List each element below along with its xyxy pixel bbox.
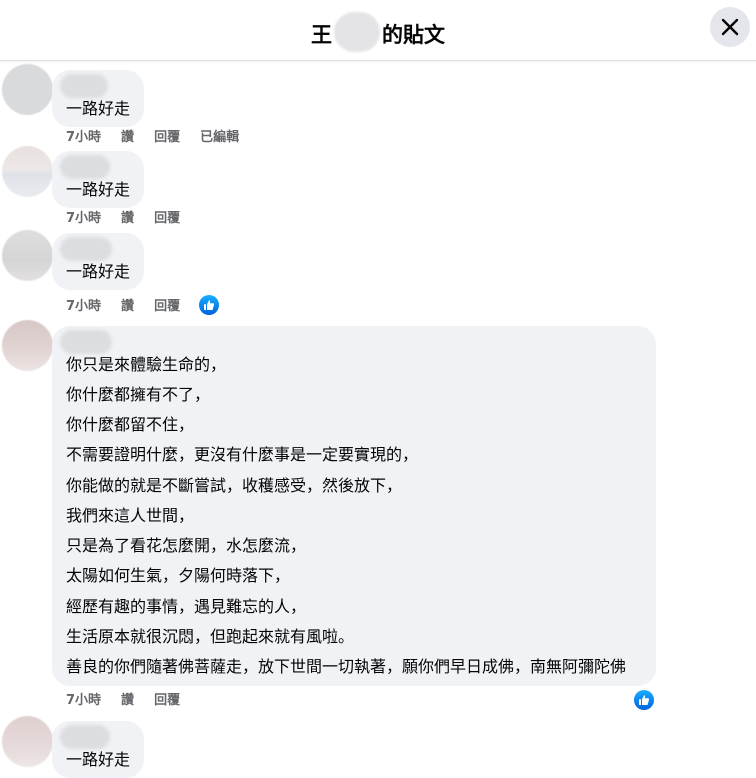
- reply-button[interactable]: 回覆: [154, 693, 180, 708]
- comment-text: 一路好走: [66, 180, 131, 199]
- comment-actions: 7小時 讚 回覆: [66, 211, 200, 227]
- blurred-name: [334, 12, 380, 52]
- comment-text: 一路好走: [66, 750, 131, 769]
- thumbs-up-icon: [204, 300, 215, 310]
- comment-bubble: 一路好走: [52, 70, 144, 127]
- comment-bubble: 一路好走: [52, 721, 144, 778]
- comment-line: 只是為了看花怎麼開，水怎麼流，: [66, 536, 307, 555]
- timestamp-link[interactable]: 7小時: [66, 299, 101, 314]
- comment-line: 你能做的就是不斷嘗試，收穫感受，然後放下，: [66, 476, 403, 495]
- timestamp-link[interactable]: 7小時: [66, 693, 101, 708]
- post-header: 王 的貼文: [0, 0, 756, 61]
- comment-line: 太陽如何生氣，夕陽何時落下，: [66, 566, 291, 585]
- comment-bubble: 你只是來體驗生命的， 你什麼都擁有不了， 你什麼都留不住， 不需要證明什麼，更沒…: [52, 326, 656, 686]
- commenter-name[interactable]: [60, 74, 108, 98]
- reply-button[interactable]: 回覆: [154, 211, 180, 226]
- close-button[interactable]: [710, 7, 750, 47]
- reply-button[interactable]: 回覆: [154, 299, 180, 314]
- commenter-name[interactable]: [60, 155, 110, 179]
- comment-line: 你只是來體驗生命的，: [66, 355, 227, 374]
- post-title: 王 的貼文: [0, 12, 756, 52]
- title-name-prefix: 王: [311, 23, 332, 47]
- comment-text: 一路好走: [66, 99, 131, 118]
- like-button[interactable]: 讚: [121, 130, 134, 145]
- comment-line: 我們來這人世間，: [66, 506, 195, 525]
- commenter-name[interactable]: [60, 237, 112, 261]
- avatar[interactable]: [2, 320, 53, 371]
- comment-actions: 7小時 讚 回覆: [66, 299, 200, 315]
- comment-line: 善良的你們隨著佛菩薩走，放下世間一切執著，願你們早日成佛，南無阿彌陀佛: [66, 657, 627, 676]
- comment-actions: 7小時 讚 回覆: [66, 693, 200, 709]
- timestamp-link[interactable]: 7小時: [66, 130, 101, 145]
- timestamp-link[interactable]: 7小時: [66, 211, 101, 226]
- comment-bubble: 一路好走: [52, 151, 144, 208]
- close-icon: [721, 18, 739, 36]
- like-button[interactable]: 讚: [121, 211, 134, 226]
- thumbs-up-icon: [639, 695, 650, 705]
- edited-label[interactable]: 已編輯: [200, 130, 239, 145]
- avatar[interactable]: [2, 64, 53, 115]
- title-suffix: 的貼文: [382, 23, 445, 47]
- like-button[interactable]: 讚: [121, 693, 134, 708]
- comment-line: 你什麼都擁有不了，: [66, 385, 211, 404]
- avatar[interactable]: [2, 716, 53, 767]
- comment-line: 經歷有趣的事情，遇見難忘的人，: [66, 597, 307, 616]
- comment-line: 不需要證明什麼，更沒有什麼事是一定要實現的，: [66, 445, 419, 464]
- like-reaction[interactable]: [634, 690, 654, 710]
- comment-text: 一路好走: [66, 262, 131, 281]
- like-button[interactable]: 讚: [121, 299, 134, 314]
- avatar[interactable]: [2, 146, 53, 197]
- comment-bubble: 一路好走: [52, 233, 144, 290]
- comment-actions: 7小時 讚 回覆 已編輯: [66, 130, 259, 146]
- commenter-name[interactable]: [60, 330, 112, 354]
- comment-line: 你什麼都留不住，: [66, 415, 195, 434]
- like-reaction[interactable]: [199, 295, 219, 315]
- comment-line: 生活原本就很沉悶，但跑起來就有風啦。: [66, 627, 355, 646]
- reply-button[interactable]: 回覆: [154, 130, 180, 145]
- commenter-name[interactable]: [60, 725, 110, 749]
- avatar[interactable]: [2, 230, 53, 281]
